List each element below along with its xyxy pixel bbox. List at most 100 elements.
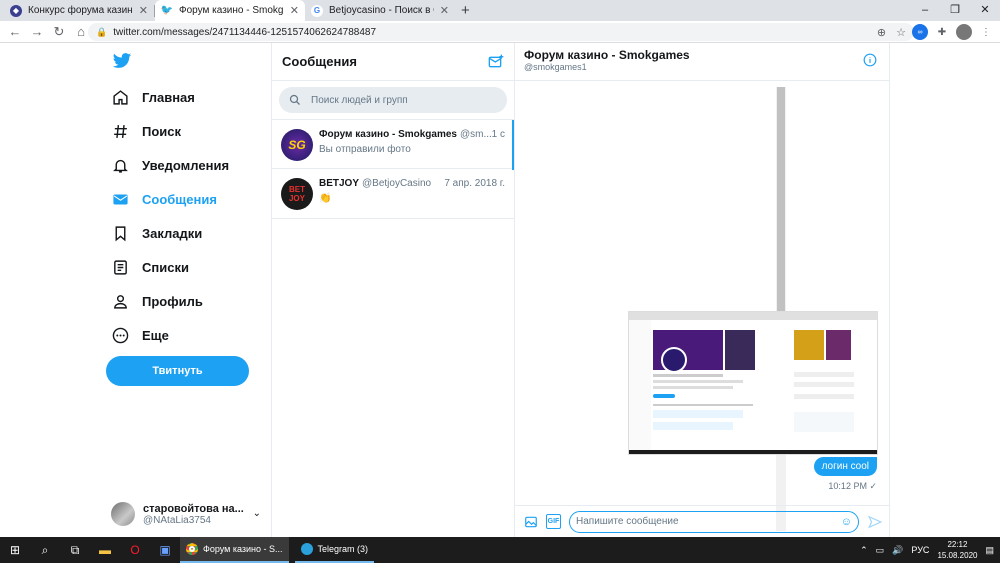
- browser-toolbar: ← → ↻ ⌂ 🔒 twitter.com/messages/247113444…: [0, 21, 1000, 43]
- forward-arrow-icon[interactable]: →: [26, 24, 48, 39]
- language-indicator[interactable]: РУС: [911, 545, 929, 555]
- emoji-icon[interactable]: ☺: [841, 516, 852, 528]
- zoom-plus-icon[interactable]: ⊕: [877, 26, 886, 39]
- chat-title: Форум казино - Smokgames: [524, 48, 690, 62]
- avatar: BET JOY: [281, 178, 313, 210]
- search-icon: [289, 94, 300, 105]
- system-tray: ⌃ ▭ 🔊 РУС 22:12 15.08.2020 ▤: [860, 539, 1000, 561]
- search-input[interactable]: Поиск людей и групп: [279, 87, 507, 113]
- nav-item-search[interactable]: Поиск: [112, 119, 181, 143]
- more-icon: [112, 327, 129, 343]
- nav-item-label: Еще: [142, 327, 169, 343]
- close-tab-icon[interactable]: ✕: [440, 4, 449, 17]
- bookmark-star-icon[interactable]: ☆: [896, 26, 906, 39]
- twitter-favicon-icon: 🐦: [160, 5, 174, 16]
- close-tab-icon[interactable]: ✕: [139, 4, 148, 17]
- chat-panel: Форум казино - Smokgames @smokgames1 лог…: [515, 43, 890, 537]
- volume-icon[interactable]: 🔊: [892, 545, 903, 556]
- home-icon: [113, 89, 128, 105]
- message-input[interactable]: Напишите сообщение ☺: [569, 510, 859, 533]
- browser-tab-1[interactable]: ◆ Конкурс форума казино ✕: [4, 0, 154, 21]
- new-message-icon[interactable]: [488, 54, 504, 70]
- tab-favicon-icon: ◆: [10, 4, 22, 17]
- close-window-button[interactable]: ✕: [970, 0, 1000, 21]
- opera-icon[interactable]: O: [120, 537, 150, 563]
- notification-icon[interactable]: ▤: [985, 545, 994, 556]
- search-icon[interactable]: ⌕: [30, 537, 60, 563]
- taskbar-app-label: Telegram (3): [317, 544, 369, 554]
- message-bubble: логин cool: [813, 457, 877, 476]
- avatar: [111, 502, 135, 526]
- back-arrow-icon[interactable]: ←: [4, 24, 26, 39]
- taskbar-app-label: Форум казино - S...: [203, 544, 283, 554]
- conversation-date: 7 апр. 2018 г.: [444, 178, 505, 189]
- extensions-area: ∞ ✚ ⋮: [912, 23, 994, 41]
- close-tab-icon[interactable]: ✕: [290, 4, 299, 17]
- profile-avatar-icon[interactable]: [956, 24, 972, 40]
- account-handle: @NAtaLia3754: [143, 514, 211, 526]
- conversation-list-panel: Сообщения Поиск людей и групп SG Форум к…: [271, 43, 786, 537]
- clock-date: 15.08.2020: [937, 551, 978, 560]
- puzzle-icon[interactable]: ✚: [934, 24, 950, 40]
- account-switcher[interactable]: старовойтова на... @NAtaLia3754 ⌄: [111, 499, 271, 529]
- google-favicon-icon: G: [311, 4, 323, 17]
- person-icon: [114, 294, 127, 309]
- windows-start-icon[interactable]: ⊞: [0, 537, 30, 563]
- taskbar-app-chrome[interactable]: Форум казино - S...: [180, 537, 289, 563]
- envelope-icon: [113, 194, 128, 204]
- file-explorer-icon[interactable]: ▬: [90, 537, 120, 563]
- screenshot-thumbnail-image: [629, 312, 877, 454]
- hash-icon: [114, 124, 127, 138]
- nav-item-label: Закладки: [142, 225, 203, 241]
- nav-item-home[interactable]: Главная: [112, 85, 195, 109]
- tab-label: Betjoycasino - Поиск в Google: [329, 5, 434, 16]
- chrome-icon: [186, 543, 198, 555]
- sent-photo[interactable]: [628, 311, 878, 455]
- save-disk-icon[interactable]: ▣: [150, 537, 180, 563]
- nav-item-profile[interactable]: Профиль: [112, 289, 203, 313]
- conversation-name: Форум казино - Smokgames: [319, 129, 457, 140]
- account-name: старовойтова на...: [143, 502, 244, 515]
- nav-item-lists[interactable]: Списки: [112, 255, 189, 279]
- nav-item-label: Сообщения: [142, 191, 217, 207]
- conversation-item[interactable]: BET JOY BETJOY @BetjoyCasino 7 апр. 2018…: [272, 169, 514, 219]
- list-icon: [114, 259, 127, 275]
- tab-label: Форум казино - Smokgames / Тв: [179, 5, 284, 16]
- info-icon[interactable]: [863, 53, 877, 67]
- taskbar-app-telegram[interactable]: Telegram (3): [294, 537, 375, 563]
- avatar: SG: [281, 129, 313, 161]
- clock[interactable]: 22:12 15.08.2020: [937, 539, 977, 561]
- network-icon[interactable]: ▭: [876, 545, 885, 556]
- nav-item-more[interactable]: Еще: [112, 323, 169, 347]
- windows-taskbar: ⊞ ⌕ ⧉ ▬ O ▣ Форум казино - S... Telegram…: [0, 537, 1000, 563]
- chevron-up-icon[interactable]: ⌃: [860, 545, 868, 556]
- task-view-icon[interactable]: ⧉: [60, 537, 90, 563]
- tweet-button[interactable]: Твитнуть: [106, 356, 249, 386]
- minimize-button[interactable]: –: [910, 0, 940, 21]
- send-icon[interactable]: [867, 514, 882, 529]
- url-text: twitter.com/messages/2471134446-12515740…: [113, 26, 377, 38]
- chat-handle: @smokgames1: [524, 62, 587, 72]
- twitter-logo-icon[interactable]: [112, 51, 132, 71]
- chat-header: Форум казино - Smokgames @smokgames1: [515, 43, 889, 81]
- twitter-app: Главная Поиск Уведомления Сообщения Закл…: [0, 43, 1000, 537]
- browser-tab-bar: ◆ Конкурс форума казино ✕ 🐦 Форум казино…: [0, 0, 1000, 21]
- nav-item-notifications[interactable]: Уведомления: [112, 153, 229, 177]
- new-tab-button[interactable]: +: [461, 1, 470, 21]
- page-title: Сообщения: [282, 54, 357, 69]
- conversation-preview: 👏: [319, 193, 332, 204]
- nav-item-label: Профиль: [142, 293, 203, 309]
- address-bar[interactable]: 🔒 twitter.com/messages/2471134446-125157…: [88, 23, 914, 41]
- browser-tab-3[interactable]: G Betjoycasino - Поиск в Google ✕: [305, 0, 455, 21]
- maximize-button[interactable]: ❐: [940, 0, 970, 21]
- conversation-handle: @BetjoyCasino: [362, 178, 432, 189]
- image-upload-icon[interactable]: [523, 514, 538, 529]
- gif-icon[interactable]: GIF: [546, 514, 561, 529]
- extension-icon[interactable]: ∞: [912, 24, 928, 40]
- nav-item-messages[interactable]: Сообщения: [112, 187, 217, 211]
- reload-icon[interactable]: ↻: [48, 24, 70, 40]
- menu-dots-icon[interactable]: ⋮: [978, 24, 994, 40]
- browser-tab-2[interactable]: 🐦 Форум казино - Smokgames / Тв ✕: [155, 0, 305, 21]
- nav-item-bookmarks[interactable]: Закладки: [112, 221, 202, 245]
- conversation-item[interactable]: SG Форум казино - Smokgames @sm... 1 с В…: [272, 119, 514, 170]
